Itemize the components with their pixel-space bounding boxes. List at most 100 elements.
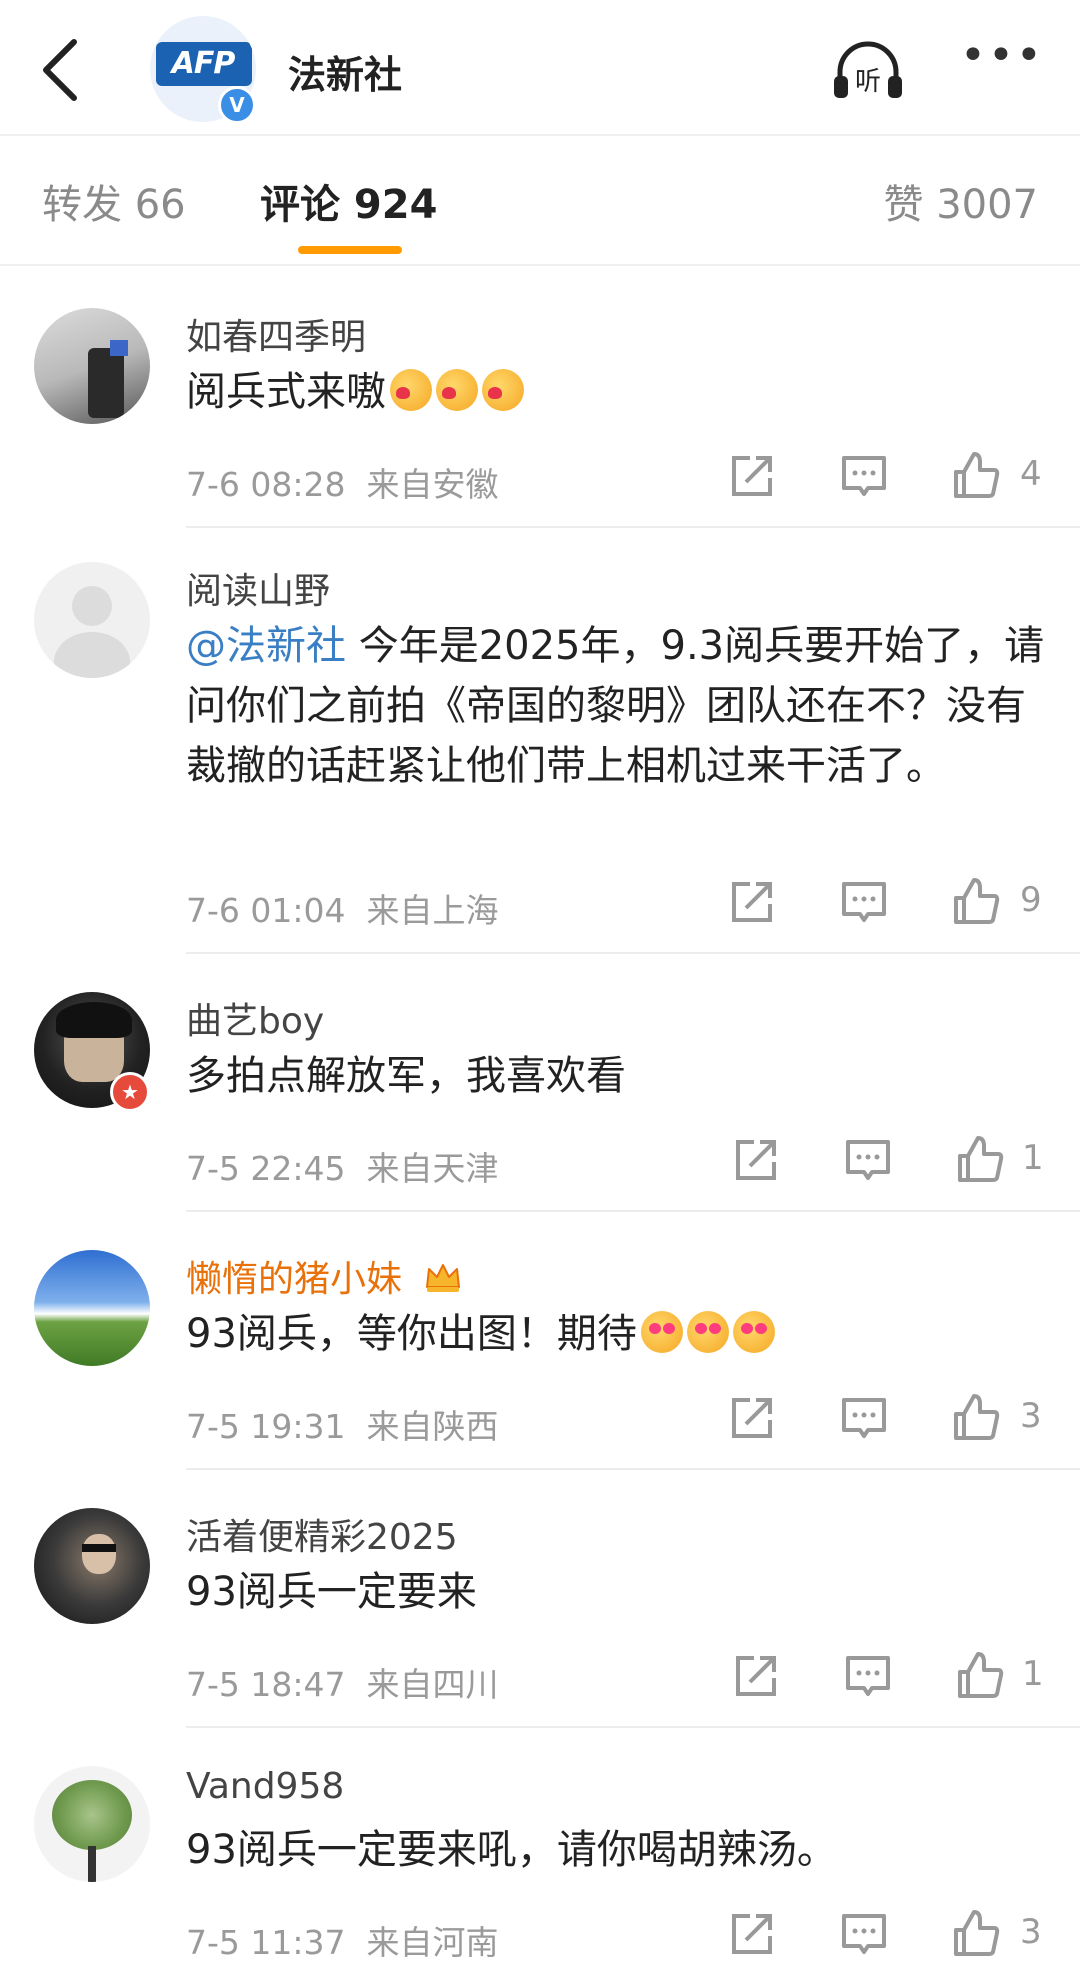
username[interactable]: 如春四季明	[186, 308, 366, 360]
tab-bar: 转发 66 评论 924 赞 3007	[0, 160, 1080, 256]
back-button[interactable]	[34, 30, 94, 110]
comment-item: 如春四季明 阅兵式来嗷 7-6 08:28 来自安徽 4	[0, 290, 1080, 528]
comment-time: 7-5 22:45	[186, 1149, 346, 1188]
username[interactable]: 曲艺boy	[186, 992, 324, 1044]
reply-button[interactable]	[838, 1908, 890, 1960]
comment-meta: 7-6 08:28 来自安徽	[186, 458, 498, 506]
comment-location: 来自河南	[366, 1923, 499, 1962]
comment-time: 7-5 18:47	[186, 1665, 346, 1704]
comment-text: @法新社 今年是2025年，9.3阅兵要开始了，请问你们之前拍《帝国的黎明》团队…	[186, 616, 1056, 796]
username[interactable]: 活着便精彩2025	[186, 1508, 458, 1560]
comment-text: 多拍点解放军，我喜欢看	[186, 1046, 1056, 1106]
comment-location: 来自天津	[366, 1149, 499, 1188]
share-button[interactable]	[730, 1650, 782, 1702]
divider	[0, 264, 1080, 266]
heart-kiss-emoji-icon	[482, 369, 524, 411]
comment-time: 7-5 19:31	[186, 1407, 346, 1446]
tab-comment[interactable]: 评论 924	[260, 172, 437, 230]
share-icon	[732, 1914, 772, 1954]
thumbs-up-icon	[954, 1394, 1000, 1440]
divider	[186, 526, 1080, 528]
back-arrow-icon	[43, 39, 77, 101]
thumbs-up-icon	[954, 452, 1000, 498]
heart-kiss-emoji-icon	[390, 369, 432, 411]
active-tab-indicator	[298, 246, 402, 254]
comment-location: 来自安徽	[366, 465, 499, 504]
comment-item: 懒惰的猪小妹 93阅兵，等你出图！期待 7-5 19:31 来自陕西 3	[0, 1236, 1080, 1470]
like-count: 3	[1020, 1912, 1042, 1952]
divider	[186, 1210, 1080, 1212]
avatar[interactable]	[34, 1250, 150, 1366]
avatar[interactable]	[34, 562, 150, 678]
share-button[interactable]	[730, 1134, 782, 1186]
tab-like[interactable]: 赞 3007	[883, 172, 1038, 230]
heart-eyes-emoji-icon	[640, 1311, 683, 1353]
divider	[186, 1726, 1080, 1728]
comment-meta: 7-5 11:37 来自河南	[186, 1916, 498, 1964]
share-icon	[736, 1140, 776, 1180]
reply-button[interactable]	[838, 1392, 890, 1444]
comment-body: 93阅兵一定要来	[186, 1569, 477, 1615]
reply-button[interactable]	[838, 876, 890, 928]
avatar[interactable]	[34, 308, 150, 424]
comment-icon	[846, 1656, 890, 1696]
listen-label: 听	[855, 67, 881, 97]
divider	[186, 1468, 1080, 1470]
username[interactable]: 阅读山野	[186, 562, 330, 614]
share-icon	[732, 1398, 772, 1438]
like-button[interactable]	[950, 450, 1002, 502]
comment-item: Vand958 93阅兵一定要来吼，请你喝胡辣汤。 7-5 11:37 来自河南…	[0, 1752, 1080, 1978]
like-button[interactable]	[950, 1392, 1002, 1444]
comment-time: 7-5 11:37	[186, 1923, 346, 1962]
like-count: 3	[1020, 1396, 1042, 1436]
comment-icon	[842, 882, 886, 922]
username[interactable]: 懒惰的猪小妹	[186, 1250, 463, 1302]
afp-logo-text: AFP	[171, 46, 236, 81]
comment-item: 阅读山野 @法新社 今年是2025年，9.3阅兵要开始了，请问你们之前拍《帝国的…	[0, 548, 1080, 954]
avatar[interactable]	[34, 1766, 150, 1882]
comment-meta: 7-6 01:04 来自上海	[186, 884, 498, 932]
like-button[interactable]	[950, 1908, 1002, 1960]
account-name[interactable]: 法新社	[288, 44, 402, 99]
comment-meta: 7-5 19:31 来自陕西	[186, 1400, 498, 1448]
star-badge-icon: ★	[110, 1072, 150, 1112]
share-button[interactable]	[726, 1908, 778, 1960]
share-icon	[736, 1656, 776, 1696]
reply-button[interactable]	[842, 1134, 894, 1186]
comment-time: 7-6 01:04	[186, 891, 346, 930]
share-icon	[732, 456, 772, 496]
comment-icon	[842, 1398, 886, 1438]
comment-location: 来自陕西	[366, 1407, 499, 1446]
listen-button[interactable]: 听	[830, 36, 906, 102]
comment-icon	[846, 1140, 890, 1180]
share-icon	[732, 882, 772, 922]
like-button[interactable]	[950, 876, 1002, 928]
thumbs-up-icon	[958, 1136, 1004, 1182]
heart-eyes-emoji-icon	[686, 1311, 729, 1353]
share-button[interactable]	[726, 450, 778, 502]
thumbs-up-icon	[954, 1910, 1000, 1956]
top-bar: AFP V 法新社 听 •••	[0, 0, 1080, 134]
like-count: 4	[1020, 454, 1042, 494]
reply-button[interactable]	[838, 450, 890, 502]
tab-repost[interactable]: 转发 66	[42, 172, 186, 230]
mention-link[interactable]: @法新社	[186, 623, 346, 669]
more-options-icon[interactable]: •••	[960, 34, 1042, 86]
headphones-icon: 听	[834, 41, 902, 98]
share-button[interactable]	[726, 876, 778, 928]
reply-button[interactable]	[842, 1650, 894, 1702]
comment-time: 7-6 08:28	[186, 465, 346, 504]
comment-meta: 7-5 18:47 来自四川	[186, 1658, 498, 1706]
comment-icon	[842, 1914, 886, 1954]
like-button[interactable]	[954, 1650, 1006, 1702]
comment-body: 93阅兵一定要来吼，请你喝胡辣汤。	[186, 1827, 837, 1873]
comment-body: 阅兵式来嗷	[186, 369, 386, 415]
thumbs-up-icon	[958, 1652, 1004, 1698]
username[interactable]: Vand958	[186, 1766, 344, 1807]
share-button[interactable]	[726, 1392, 778, 1444]
like-button[interactable]	[954, 1134, 1006, 1186]
thumbs-up-icon	[954, 878, 1000, 924]
avatar[interactable]	[34, 1508, 150, 1624]
comment-body: 多拍点解放军，我喜欢看	[186, 1053, 626, 1099]
comment-text: 93阅兵一定要来吼，请你喝胡辣汤。	[186, 1820, 1056, 1880]
